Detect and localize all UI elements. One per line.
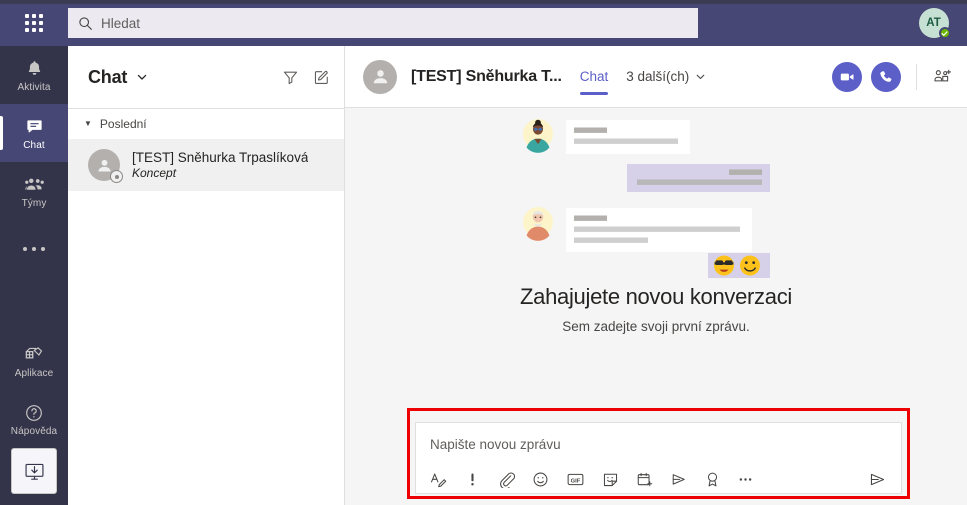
account-area: AT: [900, 0, 967, 46]
sidebar-item-label: Chat: [23, 139, 45, 151]
conversation-header: [TEST] Sněhurka T... Chat 3 další(ch): [345, 46, 967, 108]
emoji-icon[interactable]: [532, 471, 549, 488]
tab-more-dropdown[interactable]: 3 další(ch): [626, 46, 706, 108]
sidebar-item-label: Nápověda: [10, 425, 58, 437]
format-icon[interactable]: [430, 471, 447, 488]
chat-list-actions: [282, 69, 330, 86]
chat-list-panel: Chat ▼ Poslední [TEST] Sněhurka Trpaslík…: [68, 46, 345, 505]
stream-icon[interactable]: [670, 471, 688, 488]
avatar: [88, 149, 123, 183]
search-icon: [78, 16, 93, 31]
attach-icon[interactable]: [498, 471, 515, 488]
presence-unknown-icon: [110, 170, 123, 183]
sidebar-item-more[interactable]: [0, 220, 68, 278]
title-bar-strip: [0, 0, 967, 4]
list-item-subtitle: Koncept: [132, 166, 177, 180]
svg-text:GIF: GIF: [571, 478, 581, 484]
giphy-icon[interactable]: GIF: [566, 471, 585, 488]
list-item[interactable]: [TEST] Sněhurka Trpaslíková Koncept: [68, 139, 344, 191]
sidebar-item-apps[interactable]: Aplikace: [0, 332, 68, 390]
search-area: [68, 8, 900, 38]
video-call-icon: [839, 69, 855, 85]
meeting-icon[interactable]: [636, 471, 653, 488]
download-monitor-icon: [23, 460, 46, 483]
filter-icon[interactable]: [282, 69, 299, 86]
empty-state-subtitle: Sem zadejte svoji první zprávu.: [562, 319, 750, 334]
conversation-avatar: [363, 59, 397, 94]
sidebar-item-help[interactable]: Nápověda: [0, 390, 68, 448]
conversation-tabs: Chat 3 další(ch): [579, 46, 707, 108]
download-desktop-app-button[interactable]: [11, 448, 57, 494]
importance-icon[interactable]: [464, 471, 481, 488]
praise-icon[interactable]: [705, 471, 720, 488]
chat-list-header: Chat: [68, 46, 344, 108]
conversation-actions: [832, 61, 953, 92]
chat-icon: [25, 116, 44, 138]
chat-group-label: Poslední: [99, 117, 147, 131]
audio-call-icon: [878, 69, 894, 85]
empty-state-title: Zahajujete novou konverzaci: [520, 284, 792, 309]
app-launcher-button[interactable]: [0, 0, 68, 46]
chevron-down-icon: [695, 71, 706, 82]
sidebar-item-label: Aplikace: [14, 367, 54, 379]
tab-label: Chat: [579, 69, 609, 84]
video-call-button[interactable]: [832, 61, 862, 92]
apps-icon: [24, 344, 44, 366]
chat-group-recent[interactable]: ▼ Poslední: [68, 109, 344, 139]
add-people-button[interactable]: [932, 67, 953, 86]
left-rail: Aktivita Chat Týmy Aplikace Nápověda: [0, 46, 68, 505]
divider: [916, 63, 917, 90]
message-input-wrapper[interactable]: [415, 422, 902, 465]
teams-icon: [24, 174, 45, 196]
top-bar: AT: [0, 0, 967, 46]
sticker-icon[interactable]: [602, 471, 619, 488]
new-chat-icon[interactable]: [313, 69, 330, 86]
avatar[interactable]: AT: [918, 8, 951, 39]
more-icon: [23, 247, 45, 251]
sidebar-item-activity[interactable]: Aktivita: [0, 46, 68, 104]
search-box[interactable]: [68, 8, 698, 38]
presence-available-icon: [938, 27, 951, 39]
sidebar-item-chat[interactable]: Chat: [0, 104, 68, 162]
help-icon: [24, 402, 44, 424]
page-title: Chat: [88, 66, 128, 87]
more-options-icon[interactable]: [737, 471, 754, 488]
caret-down-icon: ▼: [84, 119, 92, 128]
waffle-icon: [25, 14, 43, 32]
bell-icon: [25, 58, 44, 80]
tab-chat[interactable]: Chat: [579, 46, 609, 108]
sidebar-item-label: Aktivita: [17, 81, 51, 93]
sidebar-item-teams[interactable]: Týmy: [0, 162, 68, 220]
new-conversation-illustration: [522, 118, 790, 278]
chevron-down-icon[interactable]: [136, 71, 148, 83]
audio-call-button[interactable]: [871, 61, 901, 92]
list-item-title: [TEST] Sněhurka Trpaslíková: [132, 150, 309, 165]
search-input[interactable]: [101, 15, 688, 31]
avatar-initials: AT: [926, 17, 941, 29]
message-compose-area: GIF: [415, 422, 902, 494]
teams-window: AT Aktivita: [0, 0, 967, 505]
tab-label: 3 další(ch): [626, 69, 690, 84]
conversation-title: [TEST] Sněhurka T...: [411, 67, 562, 85]
send-icon[interactable]: [868, 471, 887, 488]
sidebar-item-label: Týmy: [21, 197, 47, 209]
message-input[interactable]: [430, 436, 887, 452]
list-item-text: [TEST] Sněhurka Trpaslíková Koncept: [132, 150, 308, 180]
compose-toolbar: GIF: [415, 465, 902, 494]
